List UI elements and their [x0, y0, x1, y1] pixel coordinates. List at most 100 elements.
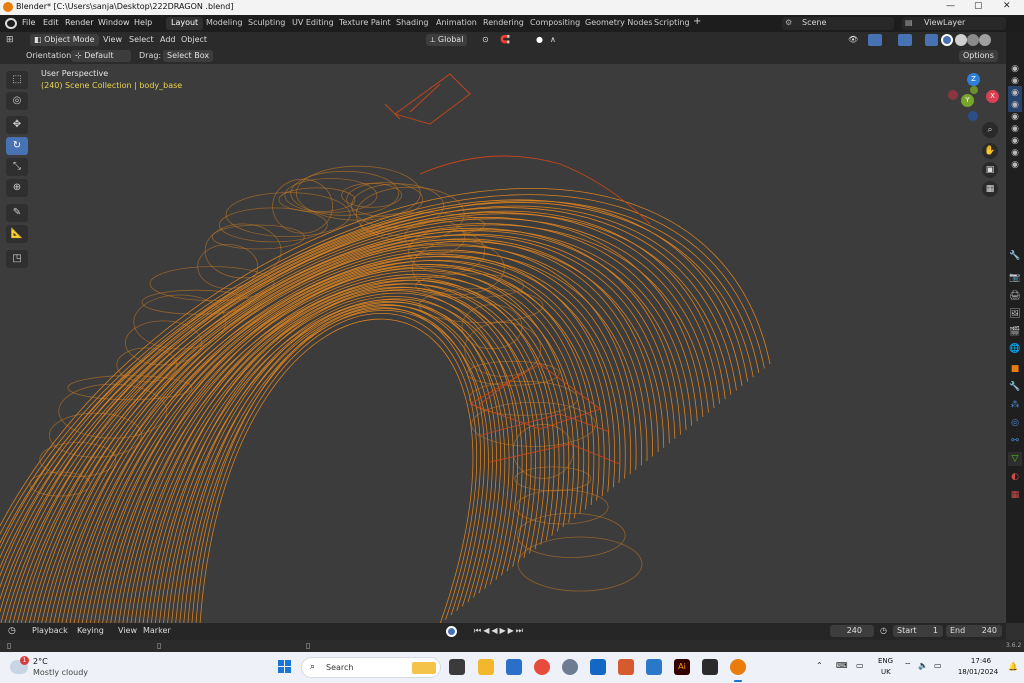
solid-shading-icon[interactable]	[955, 34, 967, 46]
gizmo-x-axis[interactable]: X	[986, 90, 999, 103]
outlook-icon[interactable]	[590, 659, 606, 675]
rotate-tool[interactable]: ↻	[6, 137, 28, 155]
add-cube-tool[interactable]: ◳	[6, 250, 28, 268]
blender-menu-icon[interactable]	[5, 18, 17, 29]
start-frame-field[interactable]: Start 1	[893, 625, 943, 637]
modifier-properties-icon[interactable]: 🔧	[1008, 380, 1022, 394]
menu-edit[interactable]: Edit	[43, 18, 59, 27]
scale-tool[interactable]: ⤡	[6, 158, 28, 176]
taskbar-search-box[interactable]: ⌕ Search	[301, 657, 441, 678]
world-properties-icon[interactable]: 🌐	[1008, 342, 1022, 356]
timeline-editor-icon[interactable]: ◷	[8, 626, 16, 636]
menu-playback[interactable]: Playback	[32, 626, 68, 635]
constraints-properties-icon[interactable]: ⚯	[1008, 434, 1022, 448]
blender-taskbar-icon[interactable]	[730, 659, 746, 675]
notifications-bell-icon[interactable]: 🔔	[1008, 662, 1018, 671]
wifi-icon[interactable]: ⌔	[904, 661, 912, 671]
measure-tool[interactable]: 📐	[6, 225, 28, 243]
options-dropdown[interactable]: Options	[959, 50, 998, 62]
tab-animation[interactable]: Animation	[431, 17, 482, 30]
frame-clock-icon[interactable]: ◷	[880, 626, 887, 635]
menu-help[interactable]: Help	[134, 18, 152, 27]
illustrator-icon[interactable]: Ai	[674, 659, 690, 675]
close-button[interactable]: ✕	[1003, 1, 1011, 11]
tab-layout[interactable]: Layout	[166, 17, 204, 30]
gizmo-neg-z[interactable]	[968, 111, 978, 121]
output-properties-icon[interactable]: 🖨	[1008, 289, 1022, 303]
clock-date[interactable]: 18/01/2024	[952, 668, 1004, 676]
playback-controls[interactable]: ⏮◀◀▶▶⏭	[474, 626, 525, 636]
editor-type-icon[interactable]: ⊞	[6, 35, 14, 45]
tab-texture-paint[interactable]: Texture Paint	[334, 17, 396, 30]
gizmo-neg-x[interactable]	[948, 90, 958, 100]
snap-icon[interactable]: 🧲	[500, 35, 510, 44]
menu-object[interactable]: Object	[181, 35, 207, 44]
material-properties-icon[interactable]: ◐	[1008, 470, 1022, 484]
tab-uv-editing[interactable]: UV Editing	[287, 17, 339, 30]
end-frame-field[interactable]: End 240	[946, 625, 1002, 637]
menu-marker[interactable]: Marker	[143, 626, 171, 635]
clock-time[interactable]: 17:46	[960, 657, 1002, 665]
task-view-icon[interactable]	[449, 659, 465, 675]
outliner-camera-icon-9[interactable]: ◉	[1008, 158, 1022, 172]
file-explorer-icon[interactable]	[478, 659, 494, 675]
menu-view[interactable]: View	[103, 35, 122, 44]
cursor-tool[interactable]: ◎	[6, 92, 28, 110]
tray-overflow-icon[interactable]: ⌃	[816, 661, 823, 670]
gizmo-toggle-icon[interactable]	[868, 34, 882, 46]
windows-start-icon[interactable]	[278, 660, 292, 674]
gizmo-y-axis[interactable]: Y	[961, 94, 974, 107]
menu-timeline-view[interactable]: View	[118, 626, 137, 635]
menu-file[interactable]: File	[22, 18, 35, 27]
menu-keying[interactable]: Keying	[77, 626, 104, 635]
volume-icon[interactable]: 🔈	[918, 661, 928, 670]
material-shading-icon[interactable]	[967, 34, 979, 46]
annotate-tool[interactable]: ✎	[6, 204, 28, 222]
particles-properties-icon[interactable]: ⁂	[1008, 398, 1022, 412]
app-icon-orange[interactable]	[618, 659, 634, 675]
tab-modeling[interactable]: Modeling	[201, 17, 247, 30]
menu-add[interactable]: Add	[160, 35, 176, 44]
menu-render[interactable]: Render	[65, 18, 93, 27]
battery-icon[interactable]: ▭	[934, 661, 942, 670]
falloff-icon[interactable]: ∧	[550, 35, 556, 44]
object-properties-icon[interactable]: ■	[1008, 362, 1022, 376]
tab-compositing[interactable]: Compositing	[525, 17, 585, 30]
ortho-grid-icon[interactable]: ▦	[982, 181, 998, 197]
camera-view-icon[interactable]: ▣	[982, 162, 998, 178]
keyboard-icon[interactable]: ⌨	[836, 661, 848, 670]
orientation-dropdown[interactable]: ⊹ Default	[71, 50, 131, 62]
app-icon-dark[interactable]	[702, 659, 718, 675]
3d-viewport[interactable]: User Perspective (240) Scene Collection …	[0, 64, 1006, 623]
chrome-icon[interactable]	[534, 659, 550, 675]
microsoft-store-icon[interactable]	[506, 659, 522, 675]
view-layer-selector[interactable]: ▤ ViewLayer	[902, 17, 1006, 30]
minimize-button[interactable]: —	[946, 1, 955, 11]
tool-properties-icon[interactable]: 🔧	[1008, 249, 1022, 263]
tab-sculpting[interactable]: Sculpting	[243, 17, 290, 30]
weather-condition[interactable]: Mostly cloudy	[33, 668, 88, 677]
view-layer-properties-icon[interactable]: 🖼	[1008, 307, 1022, 321]
move-tool[interactable]: ✥	[6, 116, 28, 134]
add-workspace-button[interactable]: +	[688, 15, 706, 28]
menu-select[interactable]: Select	[129, 35, 154, 44]
data-properties-icon[interactable]: ▽	[1008, 452, 1022, 466]
scene-properties-icon[interactable]: 🎬	[1008, 325, 1022, 339]
transform-tool[interactable]: ⊕	[6, 179, 28, 197]
scene-selector[interactable]: ⚙ Scene	[782, 17, 894, 30]
weather-temperature[interactable]: 2°C	[33, 657, 48, 666]
physics-properties-icon[interactable]: ◎	[1008, 416, 1022, 430]
tab-shading[interactable]: Shading	[391, 17, 434, 30]
settings-icon[interactable]	[562, 659, 578, 675]
display-icon[interactable]: ▭	[856, 661, 864, 670]
xray-toggle-icon[interactable]	[925, 34, 938, 46]
overlay-toggle-icon[interactable]	[898, 34, 912, 46]
select-box-tool[interactable]: ⬚	[6, 71, 28, 89]
visibility-icon[interactable]: 👁	[848, 35, 858, 44]
pivot-icon[interactable]: ⊙	[482, 35, 489, 44]
tab-geometry-nodes[interactable]: Geometry Nodes	[580, 17, 657, 30]
language-label[interactable]: ENG	[878, 657, 893, 665]
rendered-shading-icon[interactable]	[979, 34, 991, 46]
current-frame-field[interactable]: 240	[830, 625, 874, 637]
render-properties-icon[interactable]: 📷	[1008, 271, 1022, 285]
